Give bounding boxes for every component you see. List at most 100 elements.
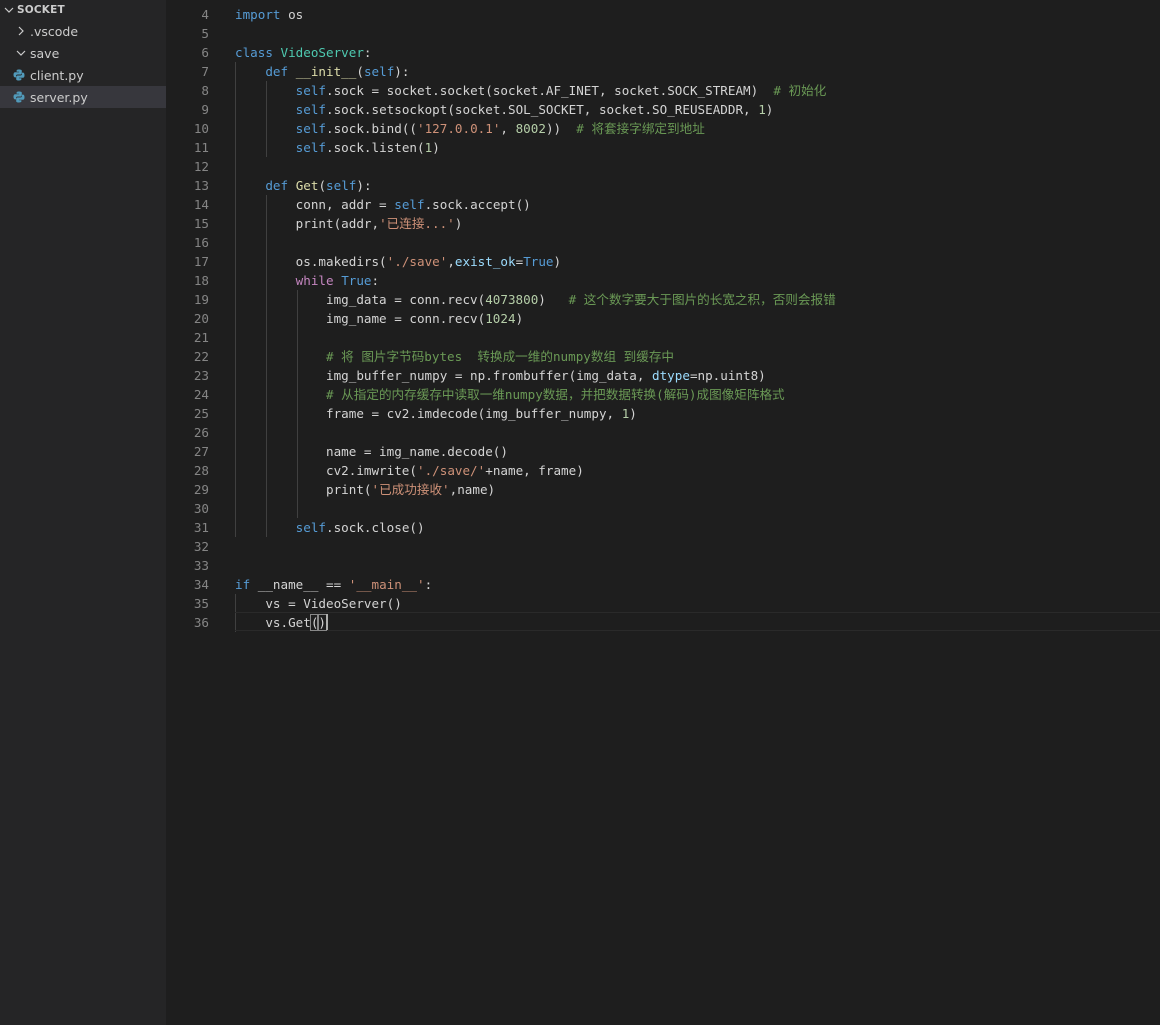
line-number: 35 (193, 596, 209, 611)
code-line[interactable]: 28 cv2.imwrite('./save/'+name, frame) (167, 461, 1160, 480)
tree-item-label: save (30, 45, 60, 61)
tree-item-label: server.py (30, 89, 88, 105)
code-line[interactable]: 27 name = img_name.decode() (167, 442, 1160, 461)
code-line[interactable]: 11 self.sock.listen(1) (167, 138, 1160, 157)
chevron-right-icon (14, 24, 28, 38)
line-number: 9 (201, 102, 209, 117)
code-line[interactable]: 18 while True: (167, 271, 1160, 290)
line-text: self.sock.setsockopt(socket.SOL_SOCKET, … (295, 102, 774, 117)
line-number: 5 (201, 26, 209, 41)
line-text: class VideoServer: (235, 45, 372, 60)
line-number: 21 (193, 330, 209, 345)
tree-item-vscode-folder[interactable]: .vscode (0, 20, 166, 42)
chevron-down-icon (14, 46, 28, 60)
text-cursor (326, 614, 328, 630)
line-text: img_buffer_numpy = np.frombuffer(img_dat… (235, 368, 766, 383)
python-file-icon (13, 69, 25, 81)
tree-item-server-py[interactable]: server.py (0, 86, 166, 108)
line-text: frame = cv2.imdecode(img_buffer_numpy, 1… (235, 406, 637, 421)
code-line[interactable]: 23 img_buffer_numpy = np.frombuffer(img_… (167, 366, 1160, 385)
line-text: self.sock.bind(('127.0.0.1', 8002)) # 将套… (295, 121, 705, 136)
line-number: 13 (193, 178, 209, 193)
line-number: 6 (201, 45, 209, 60)
code-line[interactable]: 16 (167, 233, 1160, 252)
line-number: 22 (193, 349, 209, 364)
line-text: conn, addr = self.sock.accept() (235, 197, 531, 212)
code-line[interactable]: 26 (167, 423, 1160, 442)
tree-item-label: client.py (30, 67, 84, 83)
line-text: def __init__(self): (265, 64, 410, 79)
line-number: 31 (193, 520, 209, 535)
code-editor[interactable]: 4 import os 5 6 class VideoServer: 7 def __in… (167, 0, 1160, 1025)
line-number: 10 (193, 121, 209, 136)
code-line[interactable]: 33 (167, 556, 1160, 575)
python-file-icon (13, 91, 25, 103)
code-line[interactable]: 9 self.sock.setsockopt(socket.SOL_SOCKET… (167, 100, 1160, 119)
line-number: 24 (193, 387, 209, 402)
code-line[interactable]: 35 vs = VideoServer() (167, 594, 1160, 613)
line-text: img_name = conn.recv(1024) (235, 311, 524, 326)
line-number: 36 (193, 615, 209, 630)
tree-item-client-py[interactable]: client.py (0, 64, 166, 86)
line-number: 8 (201, 83, 209, 98)
line-text: cv2.imwrite('./save/'+name, frame) (235, 463, 584, 478)
line-text: import os (235, 7, 304, 22)
line-text: self.sock = socket.socket(socket.AF_INET… (295, 83, 827, 98)
code-line[interactable]: 34 if __name__ == '__main__': (167, 575, 1160, 594)
line-number: 29 (193, 482, 209, 497)
code-line[interactable]: 13 def Get(self): (167, 176, 1160, 195)
line-text: if __name__ == '__main__': (235, 577, 433, 592)
code-line[interactable]: 31 self.sock.close() (167, 518, 1160, 537)
tree-item-save-folder[interactable]: save (0, 42, 166, 64)
line-number: 7 (201, 64, 209, 79)
line-number: 11 (193, 140, 209, 155)
code-line[interactable]: 10 self.sock.bind(('127.0.0.1', 8002)) #… (167, 119, 1160, 138)
line-text: def Get(self): (265, 178, 372, 193)
line-text: print(addr,'已连接...') (235, 216, 463, 231)
line-text: vs = VideoServer() (235, 596, 402, 611)
code-line[interactable]: 29 print('已成功接收',name) (167, 480, 1160, 499)
line-text: # 从指定的内存缓存中读取一维numpy数据，并把数据转换(解码)成图像矩阵格式 (326, 387, 785, 402)
code-line[interactable]: 24 # 从指定的内存缓存中读取一维numpy数据，并把数据转换(解码)成图像矩… (167, 385, 1160, 404)
line-number: 14 (193, 197, 209, 212)
code-line[interactable]: 21 (167, 328, 1160, 347)
code-line[interactable]: 4 import os (167, 5, 1160, 24)
line-number: 33 (193, 558, 209, 573)
code-line[interactable]: 32 (167, 537, 1160, 556)
line-number: 17 (193, 254, 209, 269)
line-number: 15 (193, 216, 209, 231)
line-text: self.sock.close() (295, 520, 425, 535)
line-text: os.makedirs('./save',exist_ok=True) (235, 254, 562, 269)
line-number: 26 (193, 425, 209, 440)
code-line[interactable]: 22 # 将 图片字节码bytes 转换成一维的numpy数组 到缓存中 (167, 347, 1160, 366)
code-line[interactable]: 12 (167, 157, 1160, 176)
line-number: 20 (193, 311, 209, 326)
line-number: 23 (193, 368, 209, 383)
line-number: 28 (193, 463, 209, 478)
line-number: 32 (193, 539, 209, 554)
code-line[interactable]: 8 self.sock = socket.socket(socket.AF_IN… (167, 81, 1160, 100)
line-number: 19 (193, 292, 209, 307)
line-number: 34 (193, 577, 209, 592)
code-line[interactable]: 7 def __init__(self): (167, 62, 1160, 81)
code-line[interactable]: 6 class VideoServer: (167, 43, 1160, 62)
code-line[interactable]: 15 print(addr,'已连接...') (167, 214, 1160, 233)
line-text: # 将 图片字节码bytes 转换成一维的numpy数组 到缓存中 (326, 349, 675, 364)
code-line[interactable]: 19 img_data = conn.recv(4073800) # 这个数字要… (167, 290, 1160, 309)
tree-item-label: .vscode (30, 23, 79, 39)
line-text: vs.Get() (235, 614, 327, 631)
code-line[interactable]: 20 img_name = conn.recv(1024) (167, 309, 1160, 328)
code-line[interactable]: 36 vs.Get() (167, 613, 1160, 632)
code-line[interactable]: 14 conn, addr = self.sock.accept() (167, 195, 1160, 214)
code-line[interactable]: 17 os.makedirs('./save',exist_ok=True) (167, 252, 1160, 271)
line-number: 4 (201, 7, 209, 22)
line-text: while True: (295, 273, 380, 288)
explorer-root-socket[interactable]: SOCKET (0, 0, 166, 20)
code-line[interactable]: 5 (167, 24, 1160, 43)
line-text: print('已成功接收',name) (235, 482, 496, 497)
code-line[interactable]: 30 (167, 499, 1160, 518)
line-number: 16 (193, 235, 209, 250)
code-line[interactable]: 25 frame = cv2.imdecode(img_buffer_numpy… (167, 404, 1160, 423)
line-number: 12 (193, 159, 209, 174)
line-number: 18 (193, 273, 209, 288)
